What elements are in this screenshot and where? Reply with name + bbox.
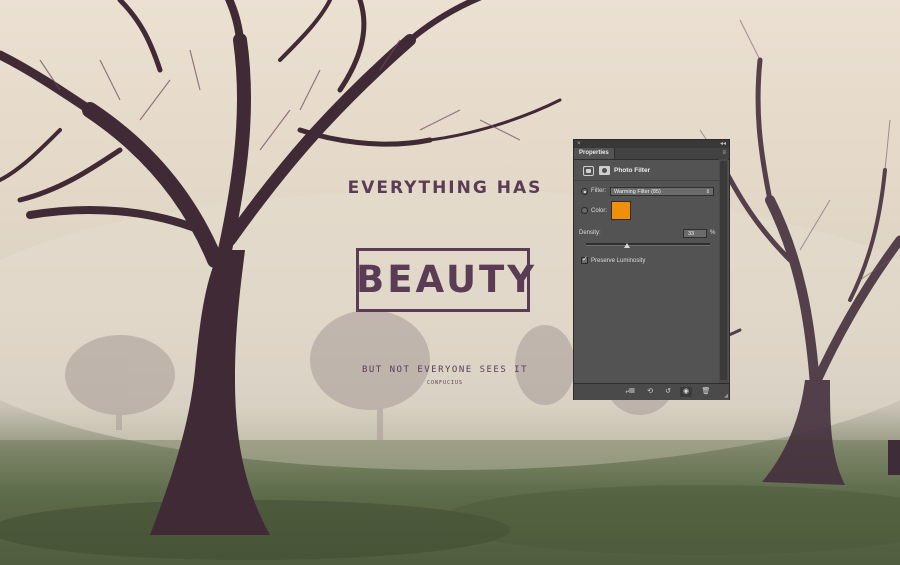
collapse-icon[interactable]: ◂◂: [720, 140, 726, 148]
select-arrows-icon: ⇕: [705, 189, 710, 195]
toggle-visibility-icon[interactable]: ◉: [680, 387, 692, 397]
view-previous-state-icon[interactable]: ⟲: [644, 387, 656, 397]
density-label: Density:: [579, 230, 601, 236]
density-input[interactable]: 33: [683, 229, 707, 238]
panel-tabbar: Properties ≡: [574, 148, 729, 160]
density-slider-thumb[interactable]: [623, 243, 630, 248]
filter-radio[interactable]: [581, 188, 588, 195]
color-radio[interactable]: [581, 207, 588, 214]
reset-icon[interactable]: ↺: [662, 387, 674, 397]
panel-titlebar[interactable]: × ◂◂: [574, 140, 729, 148]
poster-subline: BUT NOT EVERYONE SEES IT: [361, 365, 529, 375]
adjustment-layer-icon[interactable]: [583, 166, 594, 176]
filter-select[interactable]: Warming Filter (85) ⇕: [610, 187, 714, 196]
poster-headline-main: BEAUTY: [356, 258, 538, 301]
mask-icon[interactable]: [599, 166, 610, 175]
poster-headline-top: EVERYTHING HAS: [347, 178, 543, 198]
properties-panel: × ◂◂ Properties ≡ Photo Filter Filter: W…: [573, 139, 730, 400]
preserve-luminosity-checkbox[interactable]: [581, 255, 588, 264]
density-unit: %: [710, 230, 716, 236]
preserve-luminosity-label: Preserve Luminosity: [591, 258, 646, 264]
scrollbar-thumb[interactable]: [720, 161, 727, 380]
tab-properties[interactable]: Properties: [574, 148, 615, 159]
filter-label: Filter:: [591, 188, 606, 194]
filter-select-value: Warming Filter (85): [614, 189, 661, 195]
close-icon[interactable]: ×: [577, 140, 581, 148]
poster-author: CONFUCIUS: [426, 380, 464, 386]
header-divider: [574, 180, 729, 181]
resize-grip-icon[interactable]: ◢: [724, 393, 728, 399]
color-label: Color:: [591, 208, 608, 214]
clip-to-layer-icon[interactable]: ⤶▤: [624, 387, 636, 397]
panel-scrollbar[interactable]: [719, 159, 728, 383]
delete-icon[interactable]: 🗑: [700, 387, 712, 397]
color-swatch[interactable]: [611, 201, 631, 220]
panel-bottom-toolbar: ⤶▤ ⟲ ↺ ◉ 🗑 ◢: [574, 383, 729, 400]
density-slider-track[interactable]: [586, 243, 710, 246]
panel-menu-icon[interactable]: ≡: [722, 148, 726, 159]
adjustment-title: Photo Filter: [614, 167, 651, 174]
